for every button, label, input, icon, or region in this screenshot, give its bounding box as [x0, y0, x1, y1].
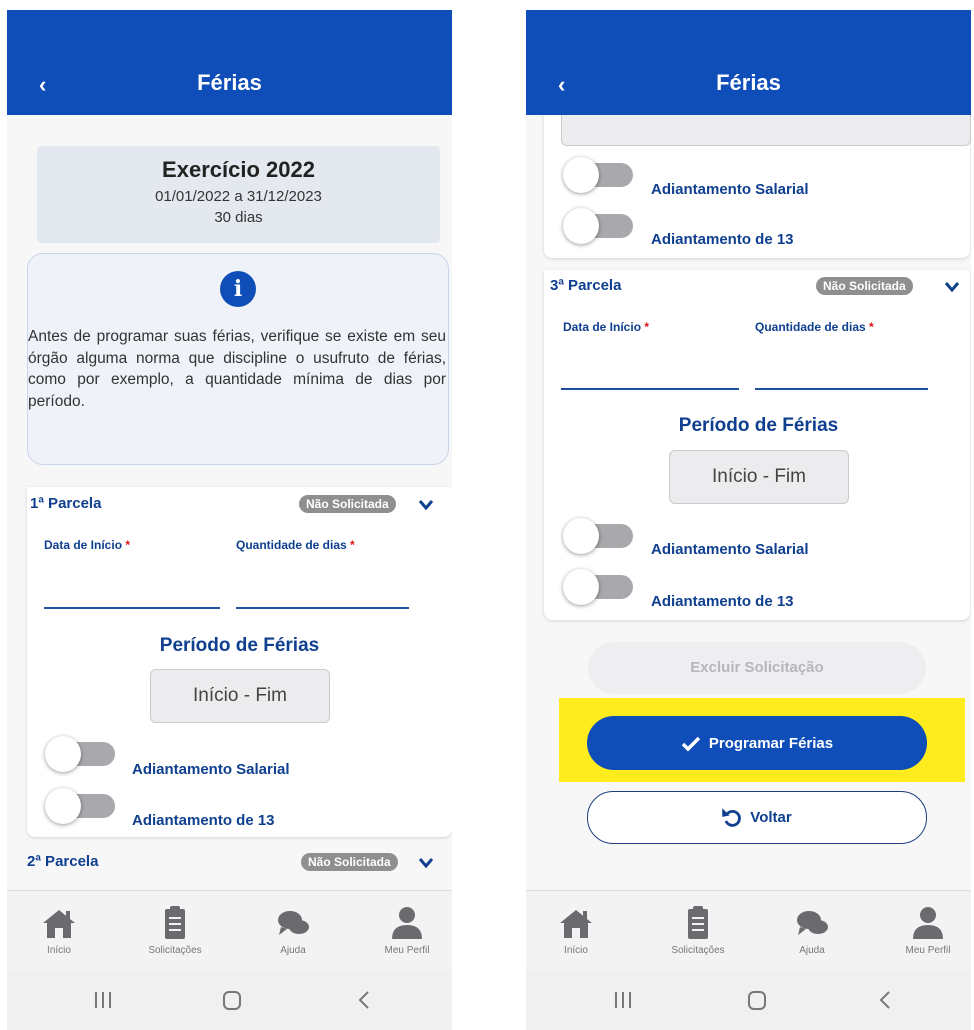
adiantamento-salarial-toggle[interactable] — [45, 736, 120, 772]
parcela-3-title: 3ª Parcela — [550, 277, 622, 294]
chevron-down-icon[interactable] — [944, 281, 960, 293]
nav-solicitacoes[interactable]: Solicitações — [125, 905, 225, 956]
exercicio-card: Exercício 2022 01/01/2022 a 31/12/2023 3… — [37, 146, 440, 243]
home-button-icon[interactable] — [221, 988, 243, 1012]
days-quantity-input[interactable] — [755, 388, 928, 390]
user-icon — [392, 907, 422, 939]
programar-ferias-label: Programar Férias — [708, 734, 834, 752]
adiantamento-13-label: Adiantamento de 13 — [651, 231, 794, 248]
system-nav-bar — [7, 970, 452, 1030]
info-text: Antes de programar suas férias, verifiqu… — [28, 328, 446, 410]
right-screen: Início 20/03/2023 - Fim 29/03/2023 ‹ Fér… — [526, 10, 971, 1030]
adiantamento-13-toggle[interactable] — [563, 569, 638, 605]
app-header: ‹ Férias — [526, 10, 971, 115]
parcela-1-title: 1ª Parcela — [30, 495, 102, 512]
programar-ferias-button[interactable]: Programar Férias — [587, 716, 927, 770]
info-icon: i — [220, 271, 256, 307]
exercicio-days: 30 dias — [214, 209, 263, 226]
start-date-label: Data de Início * — [44, 538, 131, 552]
start-date-label: Data de Início * — [563, 320, 650, 334]
parcela-2-header[interactable]: 2ª Parcela Não Solicitada — [7, 848, 452, 874]
nav-perfil[interactable]: Meu Perfil — [878, 905, 971, 956]
home-icon — [560, 910, 592, 938]
clipboard-icon — [165, 906, 185, 939]
nav-inicio[interactable]: Início — [526, 905, 626, 956]
periodo-title: Período de Férias — [678, 415, 839, 436]
periodo-range-box: Início - Fim — [669, 450, 849, 504]
adiantamento-13-toggle[interactable] — [563, 208, 638, 244]
nav-ajuda[interactable]: Ajuda — [762, 905, 862, 956]
chevron-down-icon[interactable] — [418, 499, 434, 511]
start-date-input[interactable] — [561, 388, 739, 390]
adiantamento-salarial-label: Adiantamento Salarial — [651, 541, 809, 558]
recent-apps-icon[interactable] — [612, 988, 634, 1012]
exercicio-period: 01/01/2022 a 31/12/2023 — [155, 188, 322, 205]
parcela-2-title: 2ª Parcela — [27, 853, 99, 870]
check-icon — [681, 736, 701, 752]
excluir-solicitacao-button[interactable]: Excluir Solicitação — [588, 642, 926, 694]
page-title: Férias — [716, 70, 781, 95]
nav-solicitacoes[interactable]: Solicitações — [648, 905, 748, 956]
recent-apps-icon[interactable] — [92, 988, 114, 1012]
parcela-3-header[interactable]: 3ª Parcela Não Solicitada — [526, 272, 971, 298]
voltar-label: Voltar — [750, 809, 792, 826]
user-icon — [913, 907, 943, 939]
adiantamento-13-label: Adiantamento de 13 — [132, 812, 275, 829]
left-screen: ‹ Férias Exercício 2022 01/01/2022 a 31/… — [7, 10, 452, 1030]
page-title: Férias — [197, 70, 262, 95]
adiantamento-salarial-toggle[interactable] — [563, 157, 638, 193]
parcela-1-status-badge: Não Solicitada — [299, 495, 396, 513]
voltar-button[interactable]: Voltar — [587, 791, 927, 844]
chat-icon — [797, 911, 828, 935]
start-date-input[interactable] — [44, 607, 220, 609]
days-quantity-label: Quantidade de dias * — [755, 320, 874, 334]
parcela-1-header[interactable]: 1ª Parcela Não Solicitada — [7, 490, 452, 516]
system-nav-bar — [526, 970, 971, 1030]
adiantamento-13-toggle[interactable] — [45, 788, 120, 824]
clipboard-icon — [688, 906, 708, 939]
adiantamento-salarial-label: Adiantamento Salarial — [132, 761, 290, 778]
exercicio-title: Exercício 2022 — [162, 157, 315, 182]
chevron-down-icon[interactable] — [418, 857, 434, 869]
bottom-nav: Início Solicitações Ajuda Meu Perfil — [7, 890, 452, 971]
back-nav-icon[interactable] — [355, 988, 373, 1012]
days-quantity-label: Quantidade de dias * — [236, 538, 355, 552]
nav-ajuda[interactable]: Ajuda — [243, 905, 343, 956]
adiantamento-salarial-label: Adiantamento Salarial — [651, 181, 809, 198]
home-icon — [43, 910, 75, 938]
parcela-3-status-badge: Não Solicitada — [816, 277, 913, 295]
periodo-title: Período de Férias — [159, 635, 320, 656]
periodo-range-box: Início - Fim — [150, 669, 330, 723]
adiantamento-13-label: Adiantamento de 13 — [651, 593, 794, 610]
info-card: i Antes de programar suas férias, verifi… — [27, 253, 449, 465]
undo-icon — [722, 808, 742, 827]
back-nav-icon[interactable] — [876, 988, 894, 1012]
home-button-icon[interactable] — [746, 988, 768, 1012]
app-header: ‹ Férias — [7, 10, 452, 115]
nav-inicio[interactable]: Início — [9, 905, 109, 956]
bottom-nav: Início Solicitações Ajuda Meu Perfil — [526, 890, 971, 971]
nav-perfil[interactable]: Meu Perfil — [357, 905, 452, 956]
chat-icon — [278, 911, 309, 935]
days-quantity-input[interactable] — [236, 607, 409, 609]
adiantamento-salarial-toggle[interactable] — [563, 518, 638, 554]
parcela-2-status-badge: Não Solicitada — [301, 853, 398, 871]
